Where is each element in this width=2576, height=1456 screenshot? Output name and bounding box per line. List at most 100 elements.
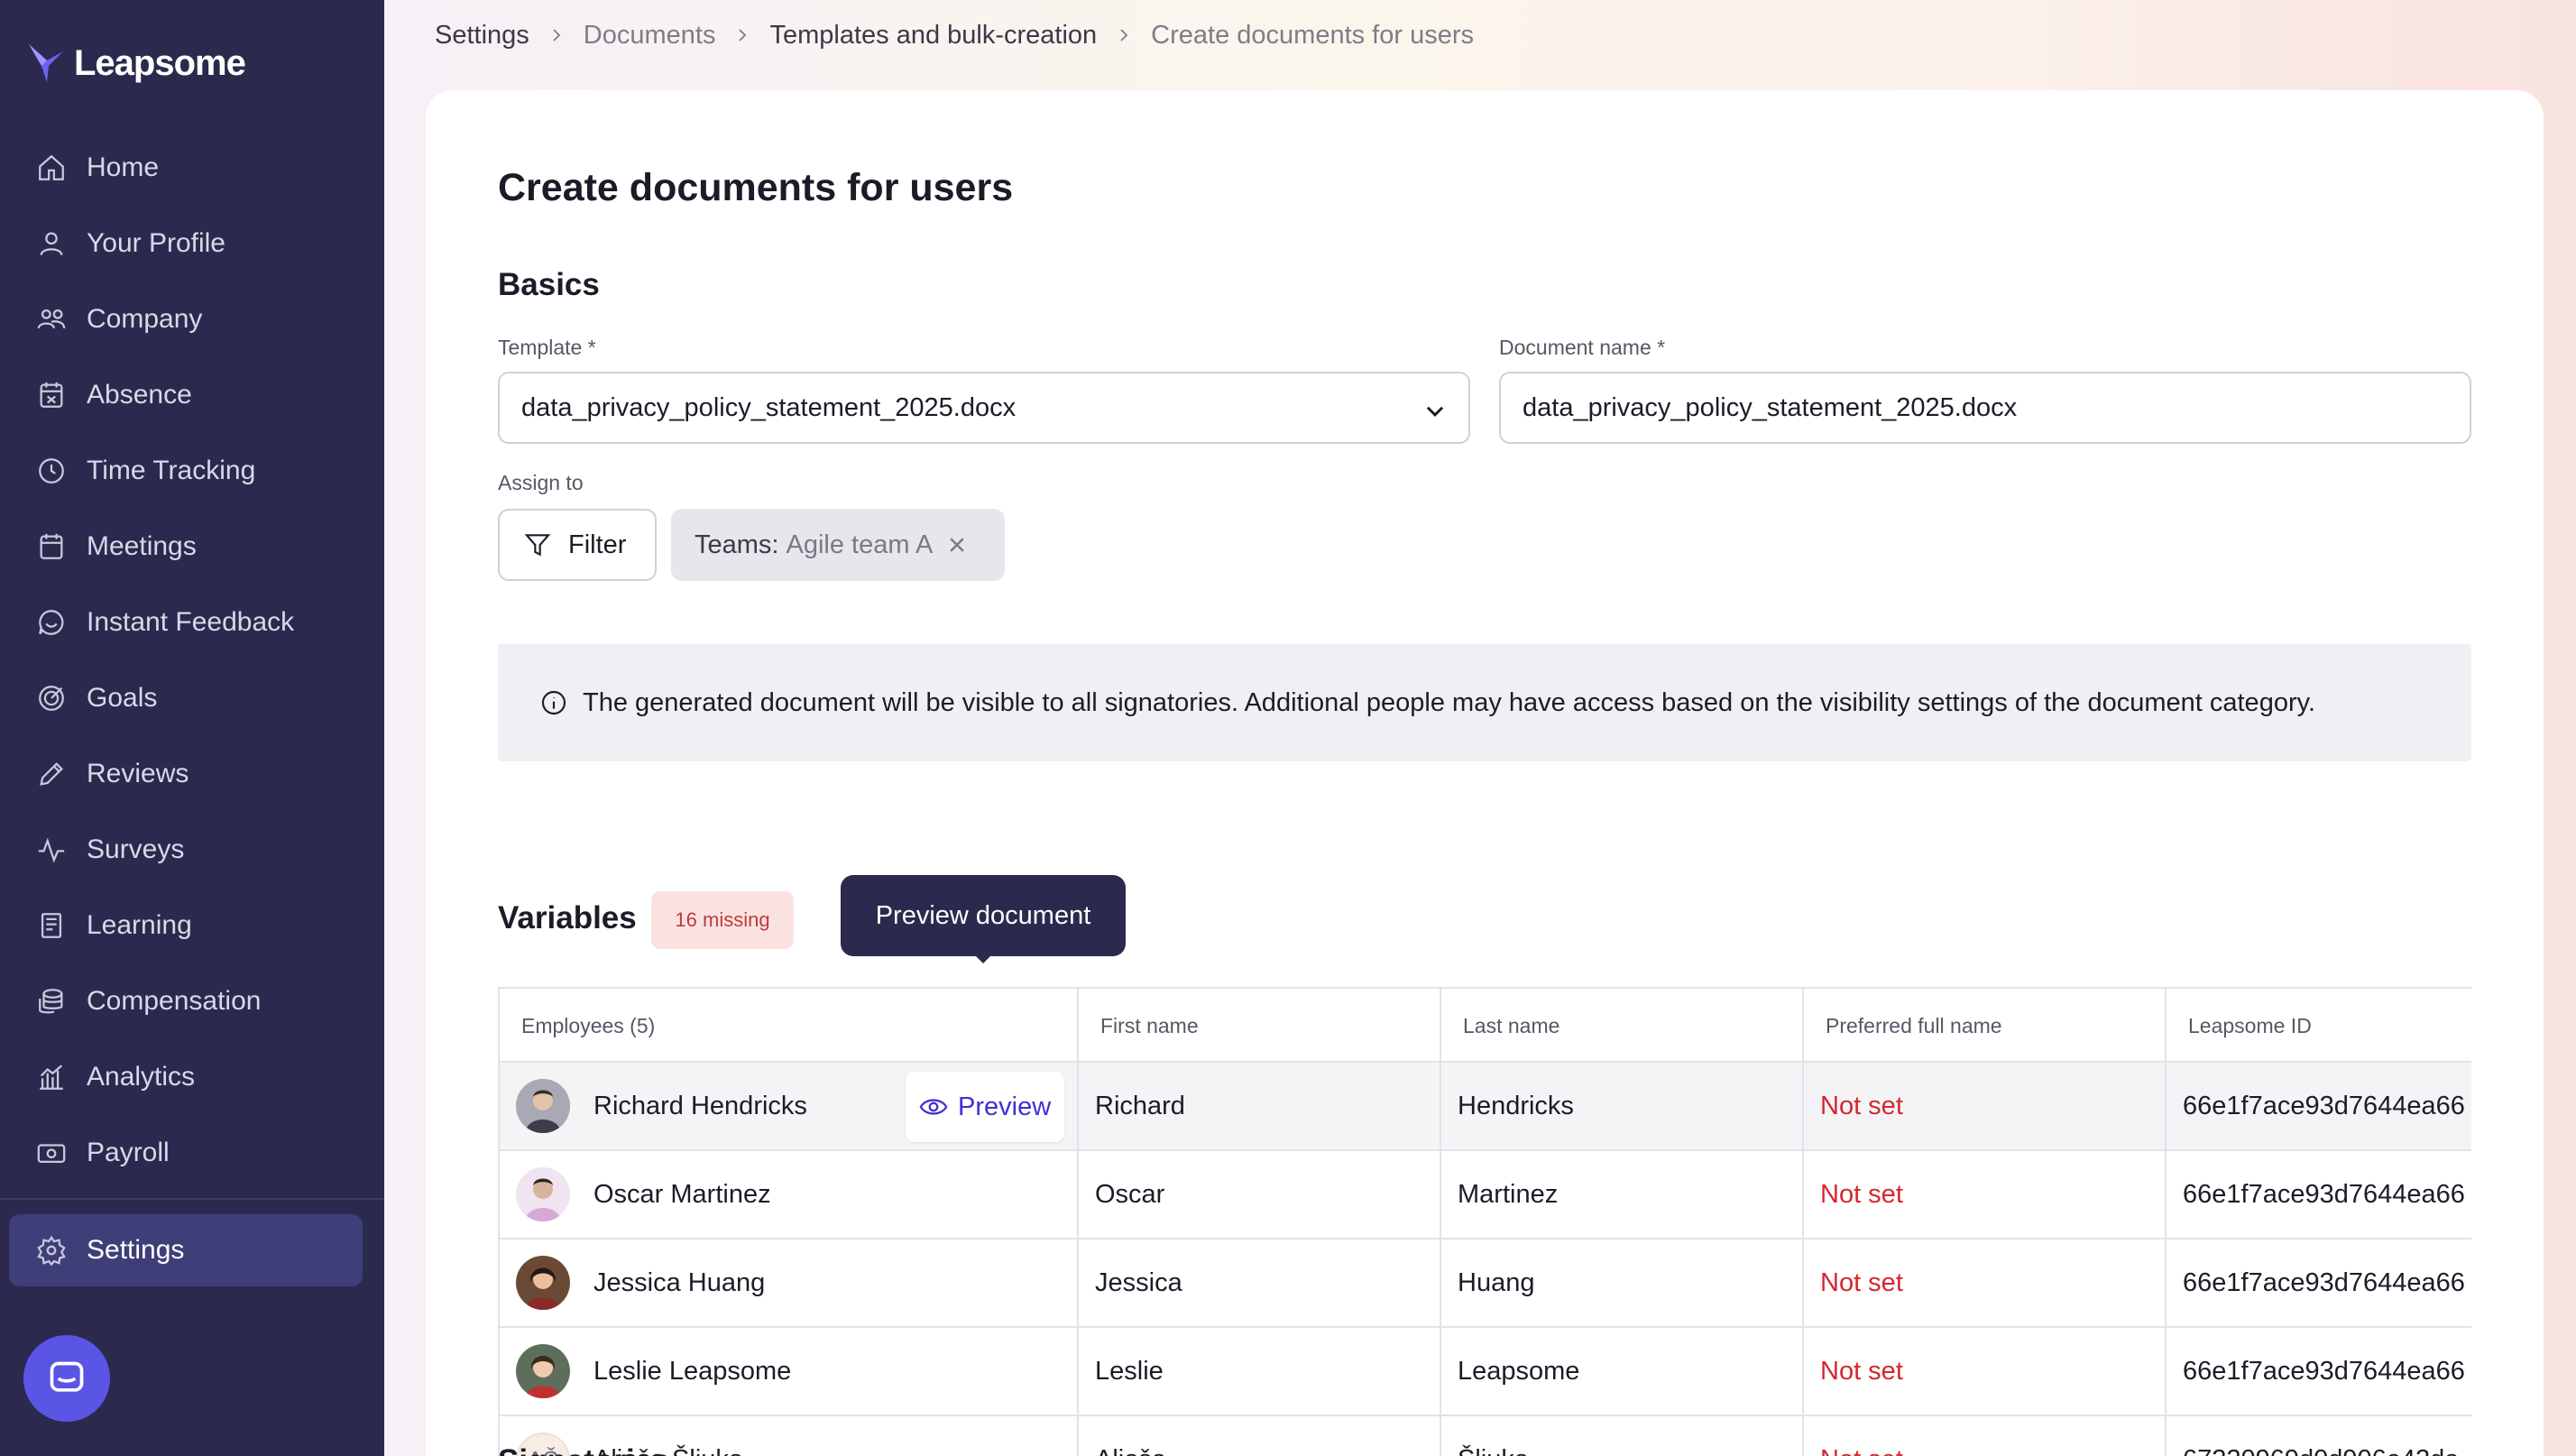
pencil-icon: [40, 762, 63, 786]
sidebar-item-company[interactable]: Company: [0, 281, 384, 357]
sidebar-item-your-profile[interactable]: Your Profile: [0, 206, 384, 281]
variables-table: Employees (5) First name Last name Prefe…: [498, 987, 2471, 1456]
employee-name: Richard Hendricks: [593, 1091, 807, 1120]
sidebar-item-surveys[interactable]: Surveys: [0, 812, 384, 888]
sidebar-item-label: Payroll: [87, 1138, 170, 1167]
first-name-cell: Richard: [1079, 1063, 1441, 1149]
sidebar-item-instant-feedback[interactable]: Instant Feedback: [0, 585, 384, 660]
breadcrumb-current: Create documents for users: [1151, 20, 1474, 50]
support-chat-button[interactable]: [23, 1335, 110, 1422]
table-header-row: Employees (5) First name Last name Prefe…: [500, 989, 2471, 1063]
sidebar-item-label: Analytics: [87, 1062, 196, 1092]
brand-logo[interactable]: Leapsome: [27, 36, 246, 90]
employee-name: Oscar Martinez: [593, 1179, 771, 1209]
gear-icon: [37, 1235, 66, 1266]
clock-icon: [39, 458, 64, 484]
sidebar-item-learning[interactable]: Learning: [0, 888, 384, 963]
calendar-x-icon: [40, 382, 63, 408]
table-row[interactable]: Oscar Martinez Oscar Martinez Not set 66…: [500, 1151, 2471, 1239]
preferred-name-cell: Not set: [1804, 1239, 2167, 1326]
chip-value: Agile team A: [786, 530, 934, 559]
document-name-input[interactable]: data_privacy_policy_statement_2025.docx: [1499, 372, 2471, 444]
sidebar-item-label: Learning: [87, 910, 192, 940]
calendar-icon: [40, 533, 63, 559]
column-header-last-name[interactable]: Last name: [1441, 989, 1804, 1063]
last-name-cell: Šljuka: [1441, 1416, 1804, 1456]
preview-button[interactable]: Preview: [906, 1072, 1064, 1142]
avatar: [516, 1344, 570, 1398]
table-row[interactable]: Richard Hendricks Preview Richard Hendri…: [500, 1063, 2471, 1151]
filter-icon: [524, 534, 551, 557]
last-name-cell: Huang: [1441, 1239, 1804, 1326]
sidebar-item-label: Meetings: [87, 531, 197, 561]
leapsome-id-cell: 66e1f7ace93d7644ea66: [2183, 1179, 2465, 1209]
user-icon: [40, 232, 63, 256]
column-header-first-name[interactable]: First name: [1079, 989, 1441, 1063]
employee-cell: Oscar Martinez: [500, 1151, 1079, 1238]
tooltip-arrow: [974, 954, 992, 963]
sidebar-item-payroll[interactable]: Payroll: [0, 1115, 384, 1191]
template-select[interactable]: data_privacy_policy_statement_2025.docx: [498, 372, 1470, 444]
coins-icon: [39, 989, 63, 1014]
column-header-employees[interactable]: Employees (5): [500, 989, 1079, 1063]
document-name-label: Document name *: [1499, 336, 1666, 359]
sidebar-item-goals[interactable]: Goals: [0, 660, 384, 736]
leapsome-id-cell: 66e1f7ace93d7644ea66: [2183, 1267, 2465, 1297]
sidebar-item-settings[interactable]: Settings: [9, 1214, 363, 1286]
table-row[interactable]: AŠ Aljoša Šljuka Aljoša Šljuka Not set 6…: [500, 1416, 2471, 1456]
preferred-name-cell: Not set: [1804, 1328, 2167, 1415]
sidebar-item-reviews[interactable]: Reviews: [0, 736, 384, 812]
breadcrumb-documents[interactable]: Documents: [584, 21, 716, 51]
table-row[interactable]: Jessica Huang Jessica Huang Not set 66e1…: [500, 1239, 2471, 1328]
document-name-value: data_privacy_policy_statement_2025.docx: [1523, 392, 2018, 422]
cash-icon: [37, 1144, 66, 1164]
chevron-right-icon: [1120, 29, 1128, 41]
avatar-photo-icon: [516, 1256, 570, 1310]
preview-button-label: Preview: [958, 1092, 1052, 1121]
sidebar-item-analytics[interactable]: Analytics: [0, 1039, 384, 1115]
sidebar-item-time-tracking[interactable]: Time Tracking: [0, 433, 384, 509]
template-select-value: data_privacy_policy_statement_2025.docx: [521, 392, 1017, 422]
people-icon: [37, 309, 66, 329]
filter-button[interactable]: Filter: [498, 509, 657, 581]
chat-smile-icon: [39, 610, 64, 635]
chevron-right-icon: [553, 29, 561, 41]
employee-cell: Richard Hendricks Preview: [500, 1063, 1079, 1149]
breadcrumb: Settings Documents Templates and bulk-cr…: [435, 16, 1474, 54]
avatar-photo-icon: [516, 1079, 570, 1133]
avatar: [516, 1079, 570, 1133]
sidebar-item-label: Time Tracking: [87, 456, 256, 485]
avatar: [516, 1167, 570, 1221]
avatar: [516, 1256, 570, 1310]
first-name-cell: Oscar: [1079, 1151, 1441, 1238]
table-row[interactable]: Leslie Leapsome Leslie Leapsome Not set …: [500, 1328, 2471, 1416]
first-name-cell: Leslie: [1079, 1328, 1441, 1415]
sidebar-item-label: Company: [87, 304, 203, 334]
breadcrumb-templates[interactable]: Templates and bulk-creation: [769, 21, 1097, 51]
avatar-photo-icon: [516, 1167, 570, 1221]
sidebar-divider: [0, 1198, 384, 1200]
breadcrumb-settings[interactable]: Settings: [435, 21, 529, 51]
close-icon[interactable]: [947, 535, 967, 555]
chat-icon: [50, 1361, 84, 1392]
preferred-name-cell: Not set: [1804, 1416, 2167, 1456]
column-header-preferred-name[interactable]: Preferred full name: [1804, 989, 2167, 1063]
sidebar-item-absence[interactable]: Absence: [0, 357, 384, 433]
chevron-down-icon: [1426, 406, 1444, 417]
eye-icon: [919, 1099, 948, 1115]
filter-button-label: Filter: [568, 530, 627, 559]
team-filter-chip[interactable]: Teams: Agile team A: [671, 509, 1005, 581]
target-icon: [39, 686, 64, 711]
leapsome-id-cell: 66e1f7ace93d7644ea66: [2183, 1356, 2465, 1386]
last-name-cell: Hendricks: [1441, 1063, 1804, 1149]
sidebar-item-compensation[interactable]: Compensation: [0, 963, 384, 1039]
sidebar-item-home[interactable]: Home: [0, 130, 384, 206]
pulse-icon: [38, 837, 65, 863]
column-header-leapsome-id[interactable]: Leapsome ID: [2167, 989, 2471, 1063]
sidebar-item-label: Settings: [87, 1235, 185, 1265]
employee-cell: Jessica Huang: [500, 1239, 1079, 1326]
sidebar-item-label: Reviews: [87, 759, 189, 788]
last-name-cell: Martinez: [1441, 1151, 1804, 1238]
missing-count-badge: 16 missing: [651, 891, 794, 949]
sidebar-item-meetings[interactable]: Meetings: [0, 509, 384, 585]
